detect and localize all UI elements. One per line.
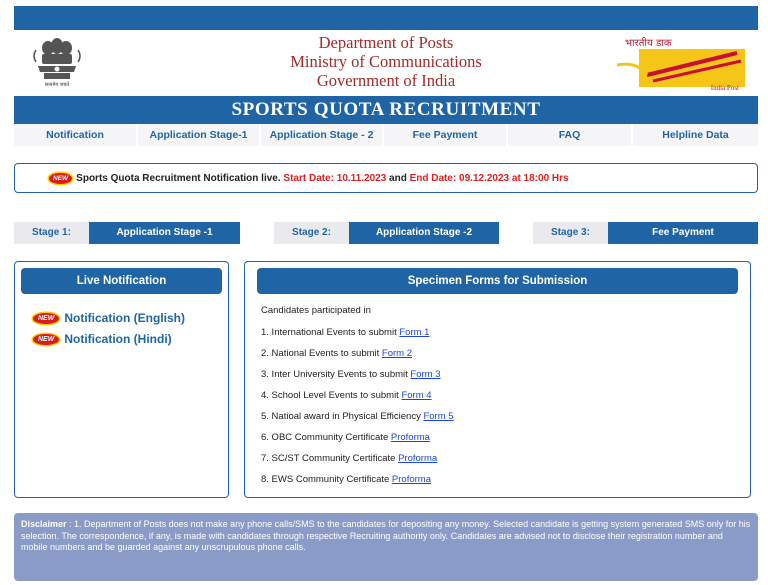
specimen-item: 5. Natioal award in Physical Efficiency … [261, 411, 454, 422]
form-1-link[interactable]: Form 1 [399, 327, 429, 338]
specimen-item-text: 2. National Events to submit [261, 348, 382, 359]
obc-proforma-link[interactable]: Proforma [391, 432, 430, 443]
logo-english-text: India Post [710, 84, 739, 92]
specimen-item: 3. Inter University Events to submit For… [261, 369, 441, 380]
form-5-link[interactable]: Form 5 [423, 411, 453, 422]
site-header: सत्यमेव जयते Department of Posts Ministr… [14, 30, 758, 96]
specimen-forms-title: Specimen Forms for Submission [257, 268, 738, 294]
specimen-item: 8. EWS Community Certificate Proforma [261, 474, 431, 485]
announcement-box: NEW Sports Quota Recruitment Notificatio… [14, 163, 758, 193]
nav-faq[interactable]: FAQ [508, 124, 633, 146]
stage-gap [499, 222, 533, 244]
main-nav: Notification Application Stage-1 Applica… [14, 124, 758, 146]
live-notification-title: Live Notification [21, 268, 222, 294]
stage-1-button[interactable]: Application Stage -1 [89, 222, 240, 244]
notification-english-link[interactable]: NEW Notification (English) [33, 311, 185, 325]
stage-bar: Stage 1: Application Stage -1 Stage 2: A… [14, 222, 758, 244]
nav-application-stage-1[interactable]: Application Stage-1 [138, 124, 261, 146]
specimen-item-text: 4. School Level Events to submit [261, 390, 402, 401]
specimen-item-text: 1. International Events to submit [261, 327, 400, 338]
specimen-item-text: 3. Inter University Events to submit [261, 369, 411, 380]
specimen-forms-panel: Specimen Forms for Submission Candidates… [244, 261, 751, 498]
stage-2-button[interactable]: Application Stage -2 [349, 222, 499, 244]
stage-2-label: Stage 2: [274, 222, 349, 244]
stage-3-button[interactable]: Fee Payment [608, 222, 758, 244]
specimen-intro: Candidates participated in [261, 305, 371, 316]
specimen-item-text: 5. Natioal award in Physical Efficiency [261, 411, 424, 422]
top-strip [14, 6, 758, 30]
announcement-end-date: End Date: 09.12.2023 at 18:00 Hrs [409, 172, 569, 184]
new-badge-icon: NEW [33, 312, 60, 324]
stage-1-label: Stage 1: [14, 222, 89, 244]
logo-hindi-text: भारतीय डाक [625, 38, 672, 49]
nav-helpline-data[interactable]: Helpline Data [633, 124, 758, 146]
disclaimer-text: : 1. Department of Posts does not make a… [21, 519, 751, 552]
ews-proforma-link[interactable]: Proforma [392, 474, 431, 485]
specimen-item: 2. National Events to submit Form 2 [261, 348, 412, 359]
notification-hindi-label: Notification (Hindi) [64, 332, 172, 346]
specimen-item: 1. International Events to submit Form 1 [261, 327, 429, 338]
india-post-logo-icon: भारतीय डाक India Post [617, 35, 747, 93]
nav-fee-payment[interactable]: Fee Payment [384, 124, 508, 146]
form-3-link[interactable]: Form 3 [410, 369, 440, 380]
notification-english-label: Notification (English) [64, 311, 185, 325]
announcement-start-date: Start Date: 10.11.2023 [283, 172, 387, 184]
disclaimer-label: Disclaimer [21, 519, 67, 529]
announcement-text: Sports Quota Recruitment Notification li… [76, 172, 281, 184]
disclaimer-box: Disclaimer : 1. Department of Posts does… [14, 513, 758, 581]
nav-notification[interactable]: Notification [14, 124, 138, 146]
notification-hindi-link[interactable]: NEW Notification (Hindi) [33, 332, 172, 346]
page-title: SPORTS QUOTA RECRUITMENT [14, 96, 758, 124]
specimen-item: 7. SC/ST Community Certificate Proforma [261, 453, 437, 464]
specimen-item: 6. OBC Community Certificate Proforma [261, 432, 430, 443]
specimen-item-text: 6. OBC Community Certificate [261, 432, 391, 443]
new-badge-icon: NEW [49, 172, 73, 184]
form-4-link[interactable]: Form 4 [401, 390, 431, 401]
specimen-item: 4. School Level Events to submit Form 4 [261, 390, 432, 401]
live-notification-panel: Live Notification NEW Notification (Engl… [14, 261, 229, 498]
new-badge-icon: NEW [33, 333, 60, 345]
announcement-and: and [389, 172, 407, 184]
stage-3-label: Stage 3: [533, 222, 608, 244]
form-2-link[interactable]: Form 2 [382, 348, 412, 359]
specimen-item-text: 7. SC/ST Community Certificate [261, 453, 399, 464]
stage-gap [240, 222, 274, 244]
specimen-item-text: 8. EWS Community Certificate [261, 474, 392, 485]
nav-application-stage-2[interactable]: Application Stage - 2 [261, 124, 384, 146]
scst-proforma-link[interactable]: Proforma [398, 453, 437, 464]
